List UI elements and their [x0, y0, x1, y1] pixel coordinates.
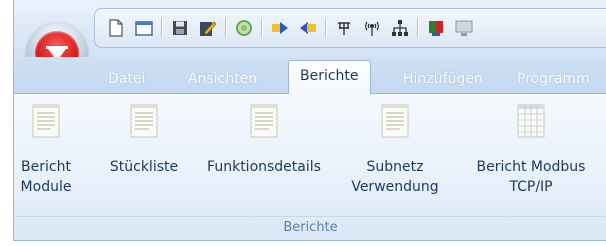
table-document-icon — [517, 104, 545, 138]
document-icon — [250, 104, 278, 138]
tab-berichte[interactable]: Berichte — [288, 60, 371, 94]
button-label: Bericht Module — [20, 159, 72, 195]
quick-access-toolbar — [94, 8, 606, 48]
stueckliste-button[interactable]: Stückliste — [102, 94, 186, 214]
ribbon-group-label: Berichte — [283, 220, 338, 235]
button-label: Bericht Modbus TCP/IP — [476, 159, 586, 195]
button-label: Funktionsdetails — [207, 159, 321, 175]
bericht-modbus-button[interactable]: Bericht Modbus TCP/IP — [461, 94, 601, 214]
document-icon — [32, 104, 60, 138]
subnetz-verwendung-button[interactable]: Subnetz Verwendung — [344, 94, 446, 214]
ribbon-panel: Bericht Module Stückliste Funktionsdetai… — [14, 94, 606, 240]
toolbar-separator — [325, 18, 327, 38]
tab-programm[interactable]: Programm — [517, 66, 590, 93]
group-divider — [14, 216, 606, 217]
bericht-module-button[interactable]: Bericht Module — [20, 94, 72, 214]
tab-datei[interactable]: Datei — [108, 66, 145, 93]
open-window-icon[interactable] — [133, 17, 155, 39]
toolbar-separator — [161, 18, 163, 38]
funktionsdetails-button[interactable]: Funktionsdetails — [196, 94, 332, 214]
antenna-icon[interactable] — [361, 17, 383, 39]
button-label: Stückliste — [109, 159, 179, 175]
application-window: Datei Ansichten Berichte Hinzufügen Prog… — [13, 0, 606, 241]
arrow-right-icon[interactable] — [269, 17, 291, 39]
button-label: Subnetz Verwendung — [351, 159, 439, 195]
refresh-icon[interactable] — [233, 17, 255, 39]
toolbar-separator — [261, 18, 263, 38]
arrow-left-icon[interactable] — [297, 17, 319, 39]
new-file-icon[interactable] — [105, 17, 127, 39]
monitor-icon[interactable] — [453, 17, 475, 39]
chip-icon[interactable] — [425, 17, 447, 39]
save-icon[interactable] — [169, 17, 191, 39]
tab-hinzufuegen[interactable]: Hinzufügen — [403, 66, 483, 93]
document-icon — [130, 104, 158, 138]
tab-ansichten[interactable]: Ansichten — [188, 66, 257, 93]
ribbon-tab-bar: Datei Ansichten Berichte Hinzufügen Prog… — [14, 57, 606, 94]
document-icon — [381, 104, 409, 138]
toolbar-separator — [225, 18, 227, 38]
toolbar-separator — [417, 18, 419, 38]
title-bar — [14, 0, 606, 57]
edit-icon[interactable] — [197, 17, 219, 39]
network-icon[interactable] — [389, 17, 411, 39]
connection-icon[interactable] — [333, 17, 355, 39]
